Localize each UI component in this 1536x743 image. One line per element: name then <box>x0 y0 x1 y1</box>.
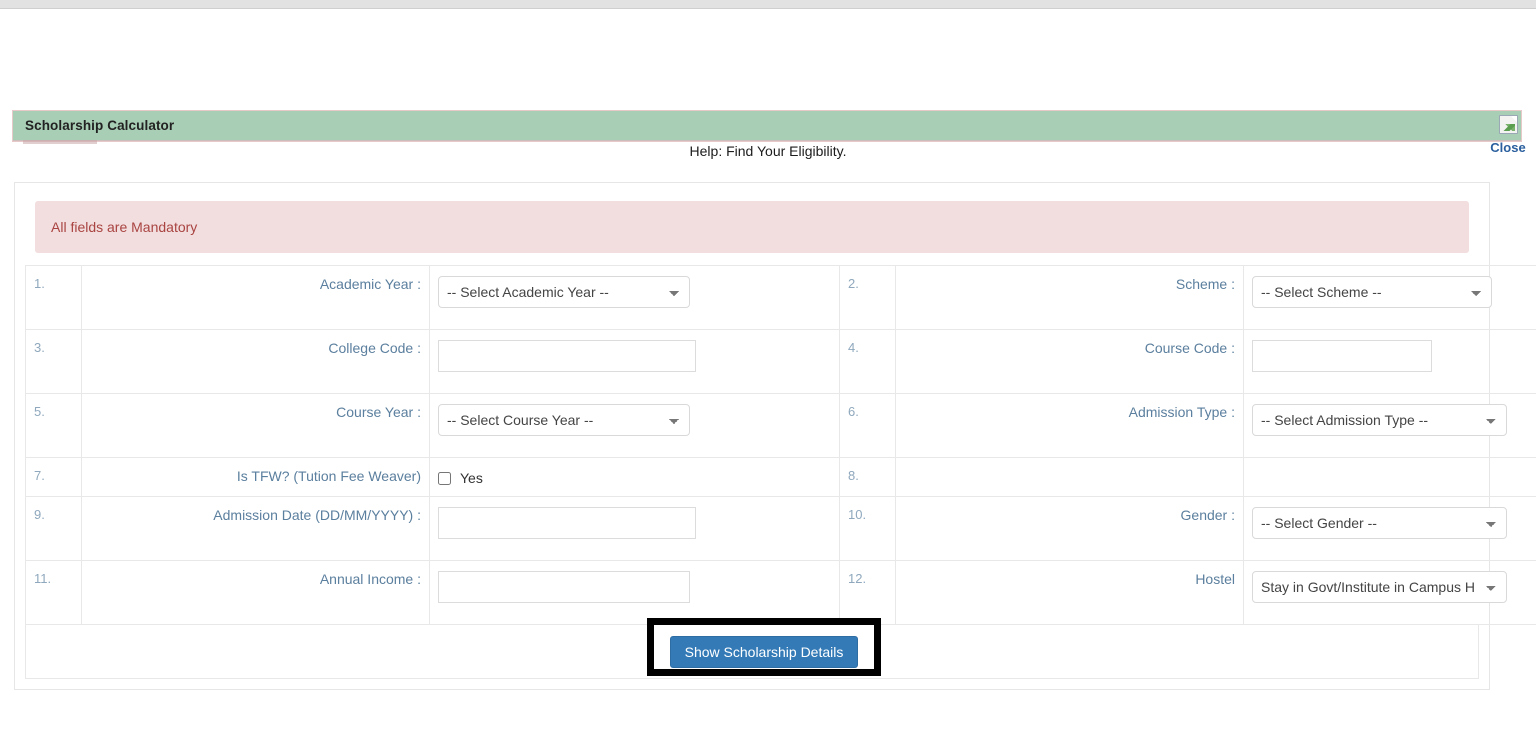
row-index: 1. <box>25 265 82 330</box>
field-label-is-tfw: Is TFW? (Tution Fee Weaver) <box>81 457 430 497</box>
page-title: Scholarship Calculator <box>25 118 175 133</box>
field-label-course-year: Course Year : <box>81 393 430 458</box>
row-index: 8. <box>839 457 896 497</box>
field-cell-course-year: -- Select Course Year -- <box>429 393 840 458</box>
admission-type-select[interactable]: -- Select Admission Type -- <box>1252 404 1507 436</box>
field-cell-is-tfw: Yes <box>429 457 840 497</box>
field-label-course-code: Course Code : <box>895 329 1244 394</box>
row-index: 3. <box>25 329 82 394</box>
admission-date-input[interactable] <box>438 507 696 539</box>
field-label-college-code: College Code : <box>81 329 430 394</box>
form-card: All fields are Mandatory 1. Academic Yea… <box>14 182 1536 690</box>
scholarship-calculator-page: Scholarship Calculator Close Help: Find … <box>0 0 1536 743</box>
field-cell-empty <box>1243 457 1536 497</box>
scholarship-calculator-panel: Scholarship Calculator Close <box>12 110 1526 155</box>
field-label-empty <box>895 457 1244 497</box>
course-code-input[interactable] <box>1252 340 1432 372</box>
row-index: 10. <box>839 496 896 561</box>
scholarship-form-table: 1. Academic Year : -- Select Academic Ye… <box>25 265 1536 625</box>
scheme-select[interactable]: -- Select Scheme -- <box>1252 276 1492 308</box>
table-row: 5. Course Year : -- Select Course Year -… <box>25 393 1536 458</box>
row-index: 2. <box>839 265 896 330</box>
table-row: 9. Admission Date (DD/MM/YYYY) : 10. Gen… <box>25 496 1536 561</box>
field-label-gender: Gender : <box>895 496 1244 561</box>
row-index: 5. <box>25 393 82 458</box>
show-scholarship-details-button[interactable]: Show Scholarship Details <box>670 636 858 668</box>
field-cell-admission-type: -- Select Admission Type -- <box>1243 393 1536 458</box>
course-year-select[interactable]: -- Select Course Year -- <box>438 404 690 436</box>
field-cell-gender: -- Select Gender -- <box>1243 496 1536 561</box>
hostel-select[interactable]: Stay in Govt/Institute in Campus H <box>1252 571 1507 603</box>
broken-image-icon <box>1498 115 1518 134</box>
tfw-checkbox-label: Yes <box>460 470 483 486</box>
field-label-admission-date: Admission Date (DD/MM/YYYY) : <box>81 496 430 561</box>
table-row: 3. College Code : 4. Course Code : <box>25 329 1536 394</box>
table-row: 7. Is TFW? (Tution Fee Weaver) Yes 8. <box>25 457 1536 497</box>
row-index: 7. <box>25 457 82 497</box>
row-index: 12. <box>839 560 896 625</box>
field-cell-admission-date <box>429 496 840 561</box>
table-row: 1. Academic Year : -- Select Academic Ye… <box>25 265 1536 330</box>
field-cell-hostel: Stay in Govt/Institute in Campus H <box>1243 560 1536 625</box>
field-cell-scheme: -- Select Scheme -- <box>1243 265 1536 330</box>
field-cell-college-code <box>429 329 840 394</box>
row-index: 4. <box>839 329 896 394</box>
tfw-checkbox-group: Yes <box>438 468 831 486</box>
table-row: 11. Annual Income : 12. Hostel Stay in G… <box>25 560 1536 625</box>
help-text: Help: Find Your Eligibility. <box>689 143 847 159</box>
tfw-checkbox[interactable] <box>438 471 451 485</box>
field-cell-course-code <box>1243 329 1536 394</box>
field-label-annual-income: Annual Income : <box>81 560 430 625</box>
field-cell-academic-year: -- Select Academic Year -- <box>429 265 840 330</box>
gender-select[interactable]: -- Select Gender -- <box>1252 507 1507 539</box>
row-index: 11. <box>25 560 82 625</box>
mandatory-alert: All fields are Mandatory <box>35 201 1469 253</box>
college-code-input[interactable] <box>438 340 696 372</box>
panel-header: Scholarship Calculator Close <box>13 111 1526 155</box>
field-label-admission-type: Admission Type : <box>895 393 1244 458</box>
row-index: 9. <box>25 496 82 561</box>
submit-row: Show Scholarship Details <box>25 618 1479 679</box>
field-label-scheme: Scheme : <box>895 265 1244 330</box>
academic-year-select[interactable]: -- Select Academic Year -- <box>438 276 690 308</box>
row-index: 6. <box>839 393 896 458</box>
field-label-hostel: Hostel <box>895 560 1244 625</box>
field-cell-annual-income <box>429 560 840 625</box>
field-label-academic-year: Academic Year : <box>81 265 430 330</box>
annual-income-input[interactable] <box>438 571 690 603</box>
